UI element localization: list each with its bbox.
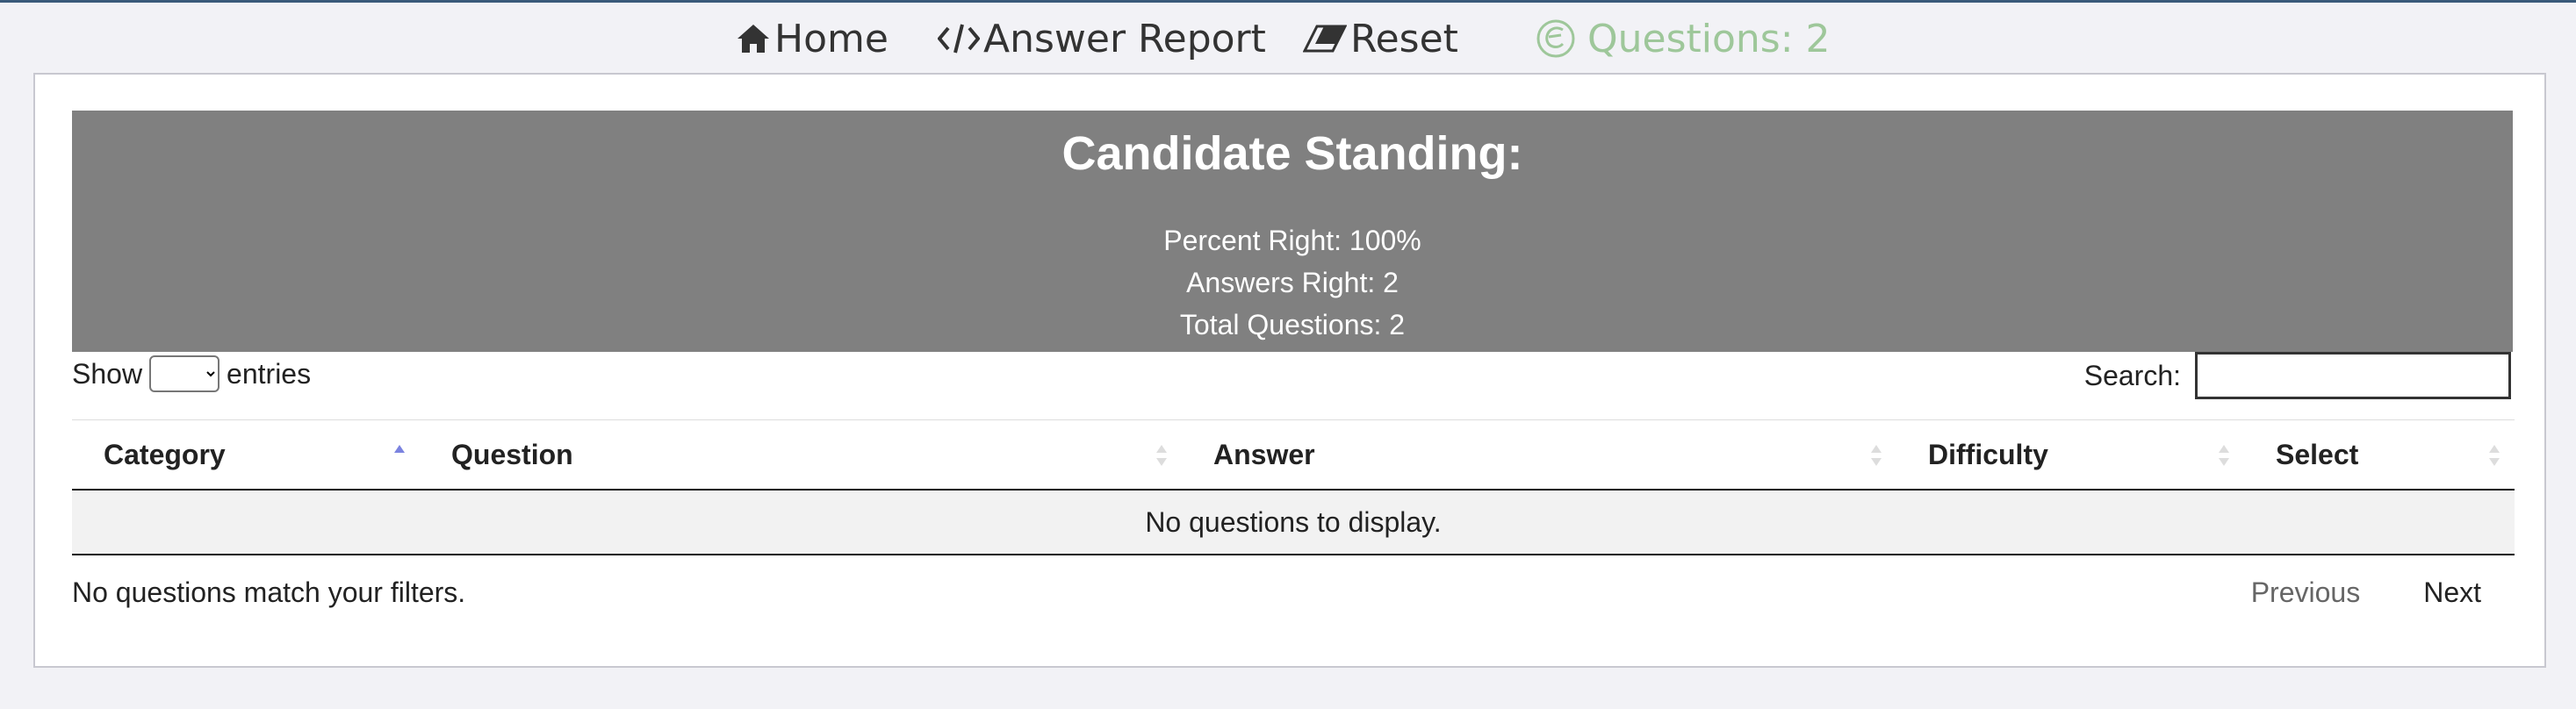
top-nav: Home Answer Report Reset Questions: 2 (0, 7, 2576, 70)
column-difficulty[interactable]: Difficulty (1896, 419, 2244, 491)
next-button[interactable]: Next (2392, 577, 2513, 609)
column-select[interactable]: Select (2244, 419, 2515, 491)
standing-banner: Candidate Standing: Percent Right: 100% … (72, 111, 2513, 381)
search-input[interactable] (2195, 352, 2511, 399)
nav-home[interactable]: Home (736, 7, 889, 70)
search-label: Search: (2083, 359, 2181, 391)
questions-table: Category Question Answer Difficulty Sele… (72, 419, 2515, 555)
standing-title: Candidate Standing: (1061, 127, 1523, 180)
column-question-label: Question (451, 438, 573, 470)
table-info: No questions match your filters. (72, 577, 466, 608)
nav-reset[interactable]: Reset (1303, 7, 1458, 70)
home-icon (738, 25, 769, 53)
entries-select[interactable] (149, 355, 220, 392)
questions-logo-icon (1536, 19, 1575, 58)
sort-icon (2219, 445, 2229, 466)
entries-label: entries (227, 357, 312, 390)
main-card: Candidate Standing: Percent Right: 100% … (33, 73, 2546, 668)
column-question[interactable]: Question (420, 419, 1182, 491)
column-answer-label: Answer (1213, 438, 1315, 470)
show-label: Show (72, 357, 143, 390)
column-select-label: Select (2276, 438, 2359, 470)
column-answer[interactable]: Answer (1182, 419, 1896, 491)
pagination: Previous Next (2220, 577, 2513, 609)
sort-icon (2489, 445, 2500, 466)
table-row: No questions to display. (72, 490, 2515, 555)
empty-table-message: No questions to display. (72, 490, 2515, 555)
column-category[interactable]: Category (72, 419, 420, 491)
nav-answer-report[interactable]: Answer Report (938, 7, 1266, 70)
eraser-icon (1303, 25, 1347, 53)
previous-button[interactable]: Previous (2220, 577, 2393, 609)
total-questions: Total Questions: 2 (1179, 309, 1406, 340)
sort-ascending-icon (394, 445, 405, 453)
nav-home-label: Home (774, 16, 889, 61)
percent-right: Percent Right: 100% (1163, 225, 1421, 256)
column-difficulty-label: Difficulty (1928, 438, 2048, 470)
sort-icon (1871, 445, 1882, 466)
answers-right: Answers Right: 2 (1186, 267, 1399, 298)
nav-report-label: Answer Report (983, 16, 1266, 61)
column-category-label: Category (104, 438, 226, 470)
code-icon (938, 24, 980, 54)
top-border (0, 0, 2576, 3)
nav-questions-count[interactable]: Questions: 2 (1535, 7, 1831, 70)
search-box: Search: (2084, 352, 2511, 399)
table-header-row: Category Question Answer Difficulty Sele… (72, 419, 2515, 491)
sort-icon (1156, 445, 1167, 466)
nav-reset-label: Reset (1350, 16, 1458, 61)
show-entries: Show entries (72, 355, 311, 392)
nav-questions-label: Questions: 2 (1587, 16, 1831, 61)
